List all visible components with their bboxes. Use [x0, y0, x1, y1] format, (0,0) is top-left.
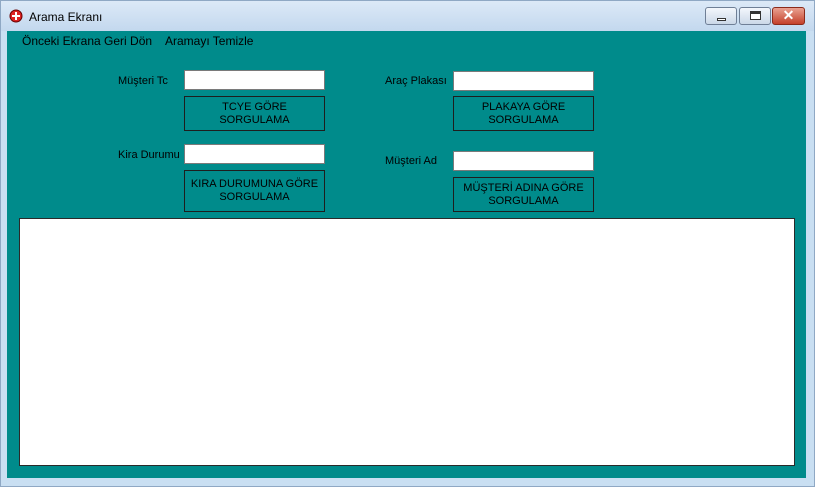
customer-tc-label: Müşteri Tc	[118, 75, 168, 87]
rent-status-input[interactable]	[184, 144, 325, 164]
client-area: Önceki Ekrana Geri Dön Aramayı Temizle M…	[7, 31, 806, 478]
minimize-button[interactable]	[705, 7, 737, 25]
app-icon	[9, 9, 23, 23]
minimize-icon	[717, 18, 726, 21]
search-by-name-button[interactable]: MÜŞTERİ ADINA GÖRE SORGULAMA	[453, 177, 594, 212]
search-window: Arama Ekranı ✕ Önceki Ekrana Geri Dön Ar…	[0, 0, 815, 487]
customer-name-input[interactable]	[453, 151, 594, 171]
maximize-button[interactable]	[739, 7, 771, 25]
customer-name-label: Müşteri Ad	[385, 155, 437, 167]
menu-bar: Önceki Ekrana Geri Dön Aramayı Temizle	[7, 31, 806, 51]
title-bar[interactable]: Arama Ekranı ✕	[1, 1, 814, 31]
results-grid[interactable]	[19, 218, 795, 466]
customer-tc-input[interactable]	[184, 70, 325, 90]
search-by-rent-status-button[interactable]: KIRA DURUMUNA GÖRE SORGULAMA	[184, 170, 325, 212]
menu-item-clear-search[interactable]: Aramayı Temizle	[165, 34, 253, 48]
search-by-plate-button[interactable]: PLAKAYA GÖRE SORGULAMA	[453, 96, 594, 131]
vehicle-plate-input[interactable]	[453, 71, 594, 91]
maximize-icon	[750, 11, 761, 20]
window-title: Arama Ekranı	[29, 10, 103, 24]
vehicle-plate-label: Araç Plakası	[385, 75, 447, 87]
search-by-tc-button[interactable]: TCYE GÖRE SORGULAMA	[184, 96, 325, 131]
close-button[interactable]: ✕	[772, 7, 805, 25]
close-icon: ✕	[782, 7, 795, 23]
rent-status-label: Kira Durumu	[118, 149, 180, 161]
menu-item-back[interactable]: Önceki Ekrana Geri Dön	[22, 34, 152, 48]
